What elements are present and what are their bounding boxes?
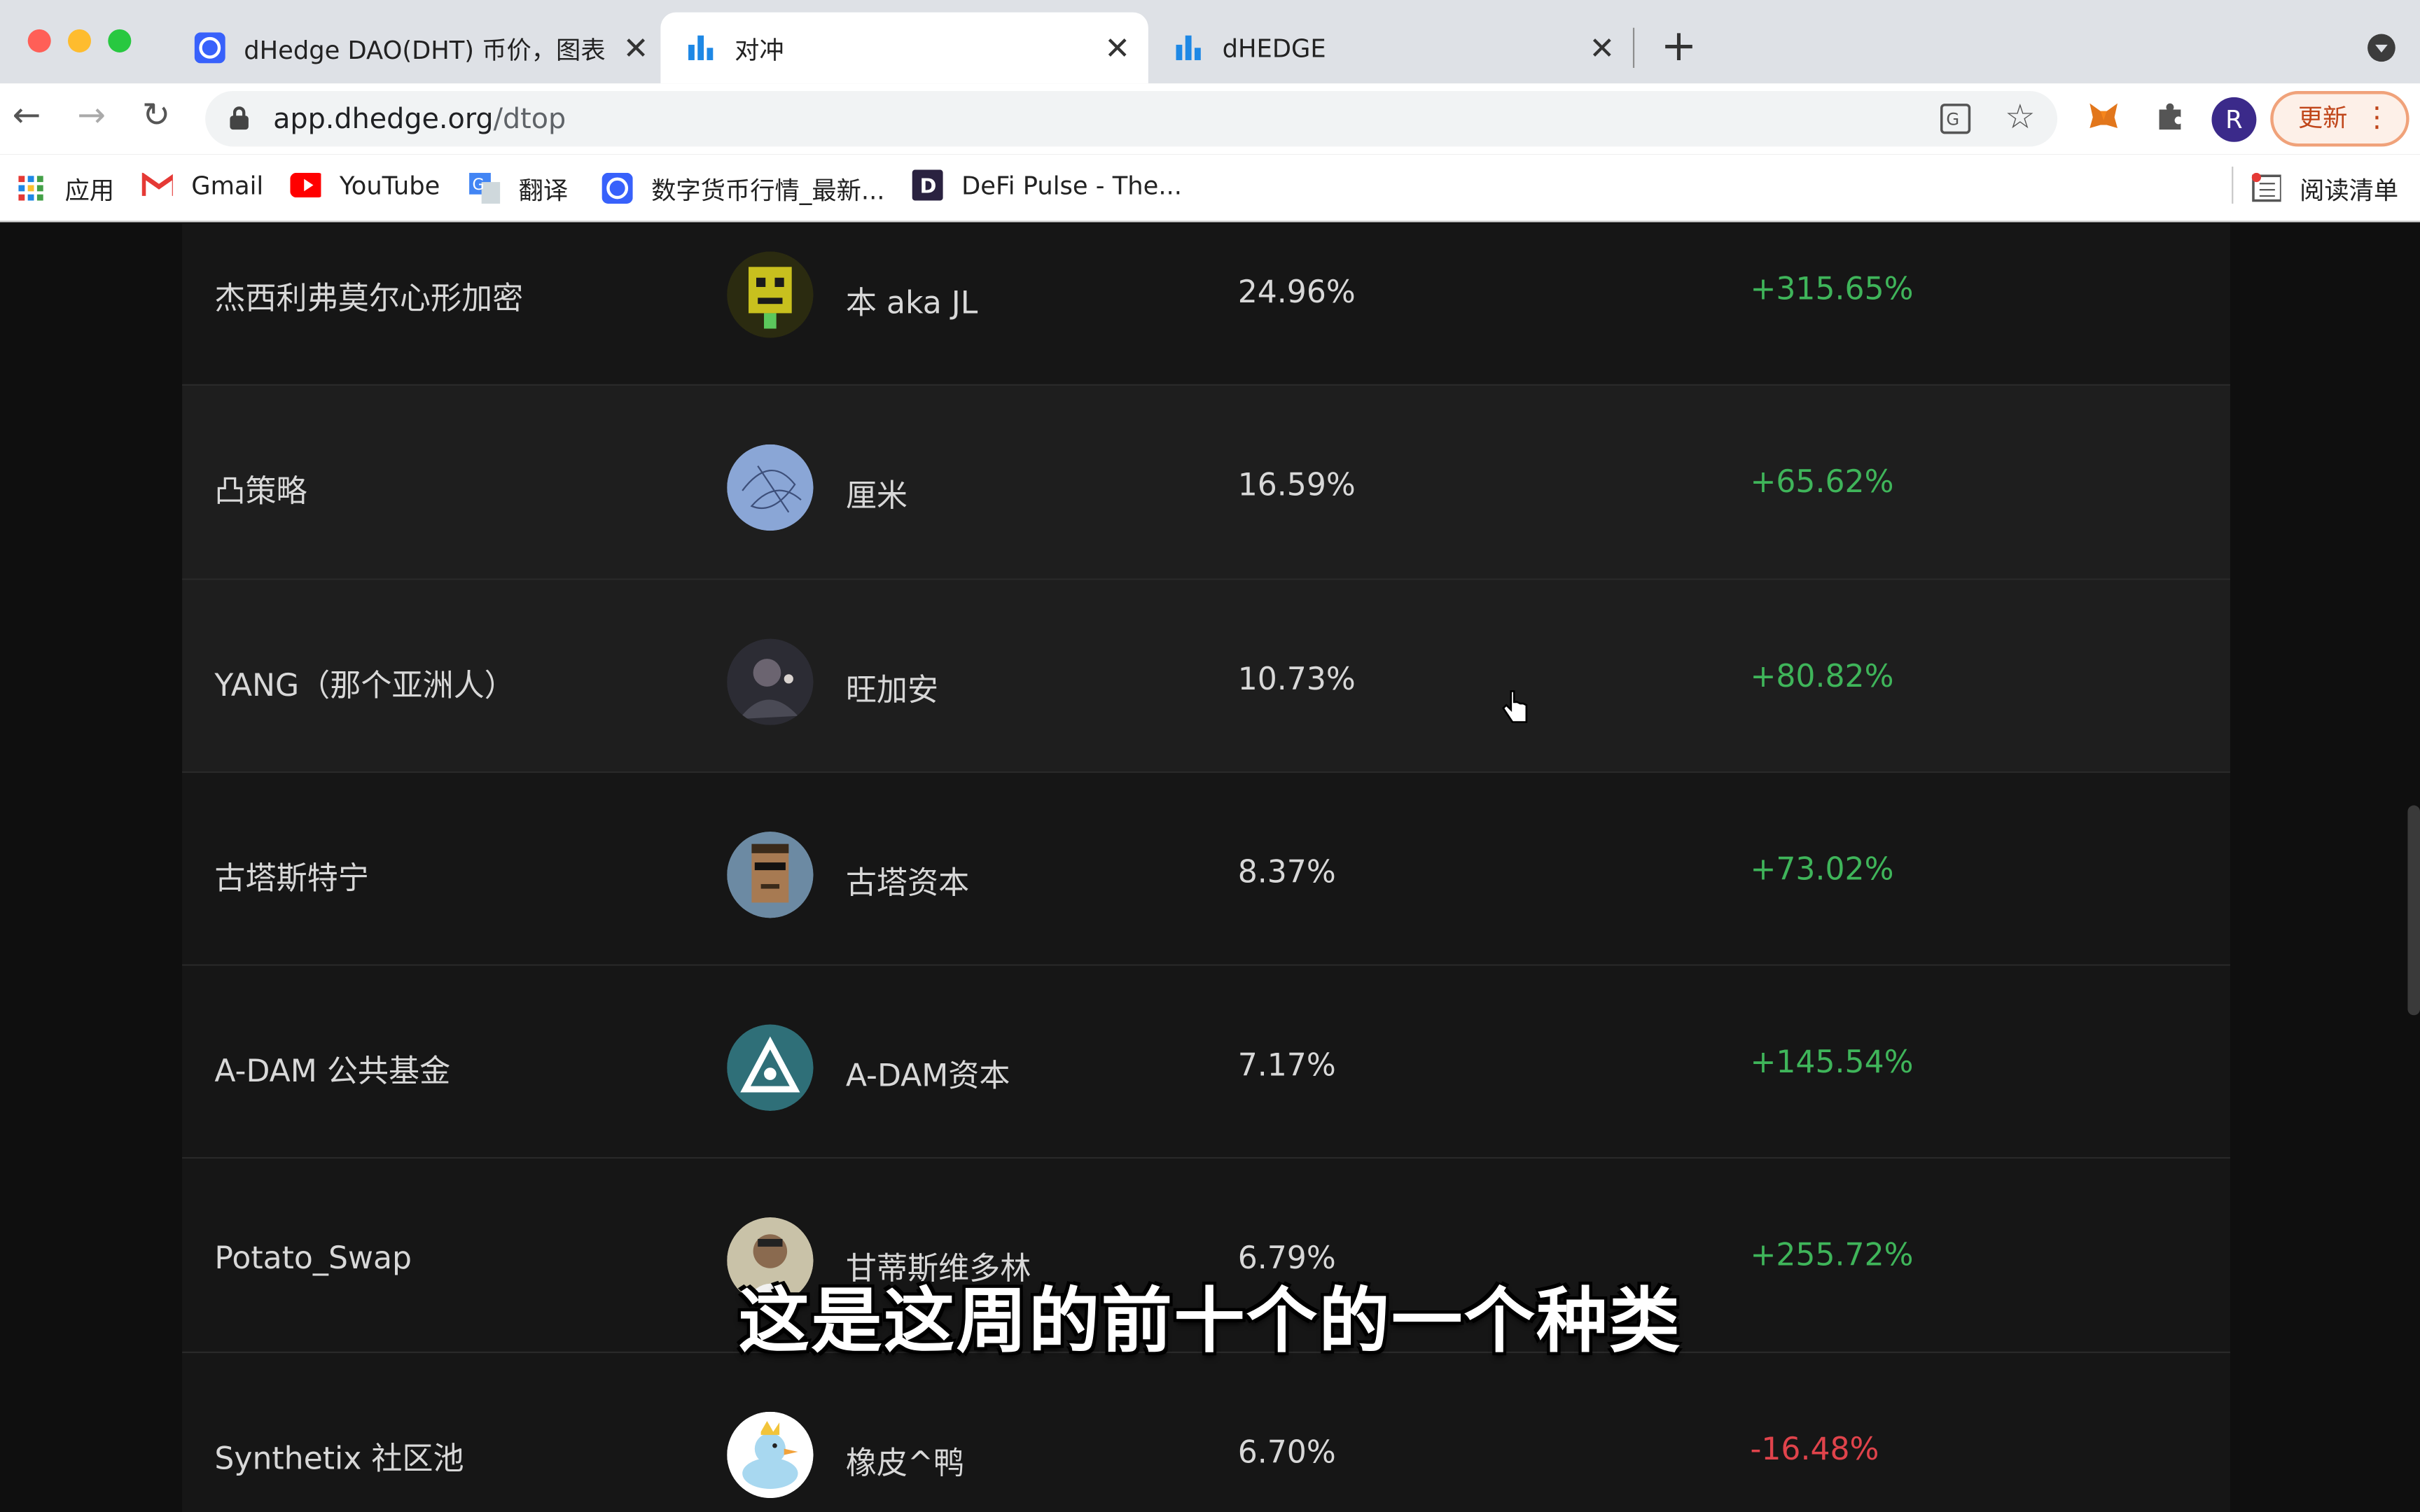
share-value: 24.96% xyxy=(1237,273,1356,311)
portrait-avatar xyxy=(727,638,814,725)
profile-avatar[interactable]: R xyxy=(2211,97,2257,142)
return-value: +65.62% xyxy=(1750,463,1894,500)
hand-cursor-icon xyxy=(1500,688,1531,734)
share-value: 8.37% xyxy=(1237,853,1336,890)
table-row[interactable]: YANG（那个亚洲人） 旺加安 10.73% +80.82% xyxy=(182,579,2230,774)
maximize-window-button[interactable] xyxy=(108,29,132,52)
lock-icon[interactable] xyxy=(230,106,249,130)
return-value: +80.82% xyxy=(1750,657,1894,694)
bookmark-apps[interactable]: 应用 xyxy=(15,169,114,206)
table-row[interactable]: Synthetix 社区池 橡皮^鸭 6.70% -16.48% xyxy=(182,1352,2230,1512)
svg-text:D: D xyxy=(920,174,937,198)
coinmarketcap-icon xyxy=(601,172,633,204)
share-value: 6.70% xyxy=(1237,1433,1336,1471)
bookmark-youtube[interactable]: YouTube xyxy=(290,169,440,200)
reading-list-button[interactable]: 阅读清单 xyxy=(2251,169,2398,206)
bookmark-gmail[interactable]: Gmail xyxy=(141,169,263,200)
tab-separator xyxy=(1632,27,1635,68)
back-icon[interactable]: ← xyxy=(13,97,41,136)
pool-name[interactable]: YANG（那个亚洲人） xyxy=(214,659,515,704)
pool-name[interactable]: 凸策略 xyxy=(214,466,307,511)
table-row[interactable]: 凸策略 厘米 16.59% +65.62% xyxy=(182,386,2230,580)
blue-sketch-avatar xyxy=(727,444,814,531)
tab-strip: dHedge DAO(DHT) 币价，图表 ✕ 对冲 ✕ dHEDGE ✕ + xyxy=(0,0,2420,84)
manager-name[interactable]: 厘米 xyxy=(846,471,908,516)
table-row[interactable]: 古塔斯特宁 古塔资本 8.37% +73.02% xyxy=(182,773,2230,967)
bookmark-coin-market[interactable]: 数字货币行情_最新... xyxy=(601,169,885,206)
tab-dhedge-dao-price[interactable]: dHedge DAO(DHT) 币价，图表 ✕ xyxy=(194,13,655,83)
pool-name[interactable]: A-DAM 公共基金 xyxy=(214,1046,450,1091)
manager-name[interactable]: 本 aka JL xyxy=(846,278,978,323)
tab-search-icon[interactable] xyxy=(2367,34,2395,62)
manager-name[interactable]: 古塔资本 xyxy=(846,858,969,902)
more-menu-icon[interactable]: ⋮ xyxy=(2363,94,2391,144)
tab-duichong[interactable]: 对冲 ✕ xyxy=(660,12,1148,84)
manager-name[interactable]: 橡皮^鸭 xyxy=(846,1438,964,1483)
gmail-icon xyxy=(141,169,173,200)
reload-icon[interactable]: ↻ xyxy=(142,97,171,136)
return-value: +145.54% xyxy=(1750,1043,1914,1081)
close-tab-icon[interactable]: ✕ xyxy=(1583,29,1620,66)
video-subtitle: 这是这周的前十个的一个种类 xyxy=(738,1279,1682,1363)
pool-name[interactable]: 杰西利弗莫尔心形加密 xyxy=(214,273,523,318)
share-value: 10.73% xyxy=(1237,659,1356,697)
apps-grid-icon xyxy=(15,173,46,204)
table-row[interactable]: 杰西利弗莫尔心形加密 本 aka JL 24.96% +315.65% xyxy=(182,223,2230,386)
metamask-fox-icon[interactable] xyxy=(2087,99,2120,141)
new-tab-button[interactable]: + xyxy=(1661,22,1697,69)
dhedge-bars-icon xyxy=(1173,32,1204,63)
pixel-punk-avatar xyxy=(727,251,814,338)
pool-name[interactable]: Synthetix 社区池 xyxy=(214,1433,464,1478)
cryptopunk-avatar xyxy=(727,831,814,918)
return-value: +73.02% xyxy=(1750,850,1894,888)
tab-title: dHedge DAO(DHT) 币价，图表 xyxy=(244,35,606,65)
extensions-puzzle-icon[interactable] xyxy=(2153,99,2187,141)
tab-title: dHEDGE xyxy=(1222,33,1326,63)
bookmark-star-icon[interactable]: ☆ xyxy=(2005,99,2035,137)
translate-icon: G xyxy=(469,172,501,204)
manager-name[interactable]: 旺加安 xyxy=(846,664,938,709)
dhedge-bars-icon xyxy=(686,32,716,63)
bookmark-translate[interactable]: G 翻译 xyxy=(469,169,568,206)
a-dam-logo-avatar xyxy=(727,1024,814,1112)
svg-text:G: G xyxy=(1946,109,1959,130)
close-window-button[interactable] xyxy=(27,29,51,52)
bookmark-defi-pulse[interactable]: D DeFi Pulse - The... xyxy=(912,169,1182,201)
reading-list-icon xyxy=(2251,172,2281,204)
tab-title: 对冲 xyxy=(735,35,784,65)
share-value: 16.59% xyxy=(1237,466,1356,504)
manager-name[interactable]: A-DAM资本 xyxy=(846,1051,1010,1096)
defi-pulse-icon: D xyxy=(912,169,943,201)
bookmarks-bar: 应用 Gmail YouTube G 翻译 数字货币行情_最新... D DeF… xyxy=(0,154,2420,223)
tab-dhedge[interactable]: dHEDGE ✕ xyxy=(1173,13,1620,83)
youtube-icon xyxy=(290,169,321,200)
return-value: +315.65% xyxy=(1750,270,1914,307)
toolbar: ← → ↻ app.dhedge.org/dtop G ☆ R 更新 ⋮ xyxy=(0,83,2420,155)
page-scrollbar[interactable] xyxy=(2407,805,2420,1016)
bookmarks-separator xyxy=(2232,167,2234,204)
close-tab-icon[interactable]: ✕ xyxy=(618,29,655,66)
svg-text:G: G xyxy=(472,176,484,194)
return-value: -16.48% xyxy=(1750,1429,1879,1467)
address-bar[interactable]: app.dhedge.org/dtop G ☆ xyxy=(205,91,2058,147)
update-button[interactable]: 更新 ⋮ xyxy=(2270,91,2409,147)
translate-page-icon[interactable]: G xyxy=(1940,104,1971,142)
minimize-window-button[interactable] xyxy=(67,29,92,52)
share-value: 7.17% xyxy=(1237,1046,1336,1084)
rubber-duck-avatar xyxy=(727,1411,814,1498)
coinmarketcap-icon xyxy=(194,32,225,64)
forward-icon[interactable]: → xyxy=(77,97,106,136)
close-tab-icon[interactable]: ✕ xyxy=(1099,29,1136,66)
url-text[interactable]: app.dhedge.org/dtop xyxy=(273,104,566,136)
pool-name[interactable]: 古塔斯特宁 xyxy=(214,853,368,898)
table-row[interactable]: A-DAM 公共基金 A-DAM资本 7.17% +145.54% xyxy=(182,966,2230,1160)
